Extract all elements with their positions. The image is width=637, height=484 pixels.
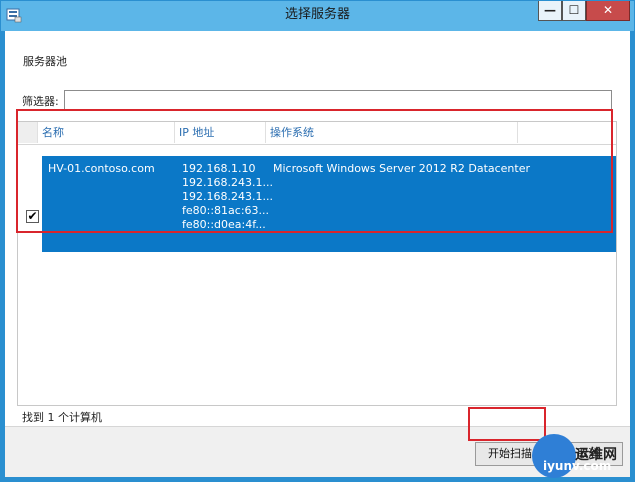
ip-address: fe80::d0ea:4f... [182, 218, 266, 231]
title-bar[interactable]: 选择服务器 — ☐ ✕ [1, 1, 634, 31]
column-header-name[interactable]: 名称 [38, 122, 175, 143]
header-select-all[interactable] [18, 122, 38, 143]
close-window-button[interactable]: ✕ [586, 1, 630, 21]
os-cell: Microsoft Windows Server 2012 R2 Datacen… [273, 162, 531, 175]
row-checkbox[interactable]: ✔ [26, 210, 39, 223]
watermark-url: iyunv.com [543, 459, 612, 473]
ip-address: 192.168.243.1... [182, 176, 273, 189]
column-header-ip[interactable]: IP 地址 [175, 122, 266, 143]
ip-address-cell: 192.168.1.10 192.168.243.1... 192.168.24… [182, 162, 273, 232]
minimize-button[interactable]: — [538, 1, 562, 21]
ip-address: fe80::81ac:63... [182, 204, 270, 217]
select-servers-window: 选择服务器 — ☐ ✕ 服务器池 筛选器: 名称 IP 地址 操作系统 ✔ HV… [0, 0, 635, 482]
maximize-button[interactable]: ☐ [562, 1, 586, 21]
filter-input[interactable] [64, 90, 612, 110]
filter-label: 筛选器: [22, 95, 59, 108]
server-name-cell: HV-01.contoso.com [48, 162, 155, 175]
server-pool-label: 服务器池 [23, 55, 67, 68]
status-text: 找到 1 个计算机 [22, 411, 102, 424]
ip-address: 192.168.243.1... [182, 190, 273, 203]
table-row[interactable]: ✔ HV-01.contoso.com 192.168.1.10 192.168… [22, 156, 616, 252]
grid-header: 名称 IP 地址 操作系统 [18, 122, 616, 145]
server-list: 名称 IP 地址 操作系统 ✔ HV-01.contoso.com 192.16… [17, 121, 617, 406]
dialog-body: 服务器池 筛选器: 名称 IP 地址 操作系统 ✔ HV-01.contoso.… [5, 31, 630, 477]
row-selection[interactable]: HV-01.contoso.com 192.168.1.10 192.168.2… [42, 156, 616, 252]
column-header-os[interactable]: 操作系统 [266, 122, 518, 143]
ip-address: 192.168.1.10 [182, 162, 256, 175]
